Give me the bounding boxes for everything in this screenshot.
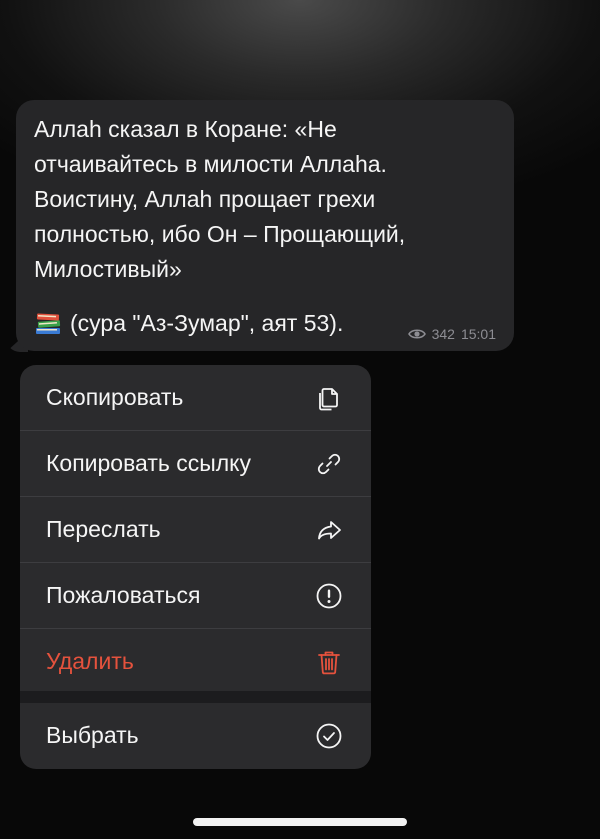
- message-text: Аллаh сказал в Коране: «Не отчаивайтесь …: [34, 116, 406, 282]
- message-source: (сура "Аз-Зумар", аят 53).: [70, 310, 344, 336]
- forward-icon: [318, 520, 341, 539]
- menu-item-label: Выбрать: [46, 722, 139, 748]
- menu-item-report[interactable]: Пожаловаться: [20, 563, 371, 628]
- menu-section-gap: [20, 691, 371, 703]
- menu-item-copy-link[interactable]: Копировать ссылку: [20, 431, 371, 496]
- menu-item-select[interactable]: Выбрать: [20, 703, 371, 768]
- home-indicator[interactable]: [193, 818, 407, 826]
- menu-item-label: Удалить: [46, 648, 134, 674]
- menu-item-label: Переслать: [46, 516, 161, 542]
- report-icon: [316, 583, 342, 608]
- message-meta: 342 15:01: [407, 326, 496, 342]
- context-menu: Скопировать Копировать ссылку Переслать …: [20, 365, 371, 769]
- menu-item-label: Скопировать: [46, 384, 184, 410]
- trash-icon: [318, 651, 340, 674]
- select-check-icon: [316, 723, 342, 748]
- message-bubble[interactable]: Аллаh сказал в Коране: «Не отчаивайтесь …: [16, 100, 514, 351]
- menu-item-delete[interactable]: Удалить: [20, 629, 371, 694]
- view-count: 342: [431, 326, 455, 342]
- menu-item-forward[interactable]: Переслать: [20, 497, 371, 562]
- eye-icon: [407, 329, 426, 339]
- menu-item-copy[interactable]: Скопировать: [20, 365, 371, 430]
- link-icon: [317, 453, 341, 474]
- books-icon: [36, 312, 61, 334]
- message-source-line: (сура "Аз-Зумар", аят 53).: [34, 310, 343, 337]
- message-time: 15:01: [460, 326, 496, 342]
- copy-icon: [319, 387, 338, 410]
- menu-item-label: Пожаловаться: [46, 582, 201, 608]
- menu-item-label: Копировать ссылку: [46, 450, 252, 476]
